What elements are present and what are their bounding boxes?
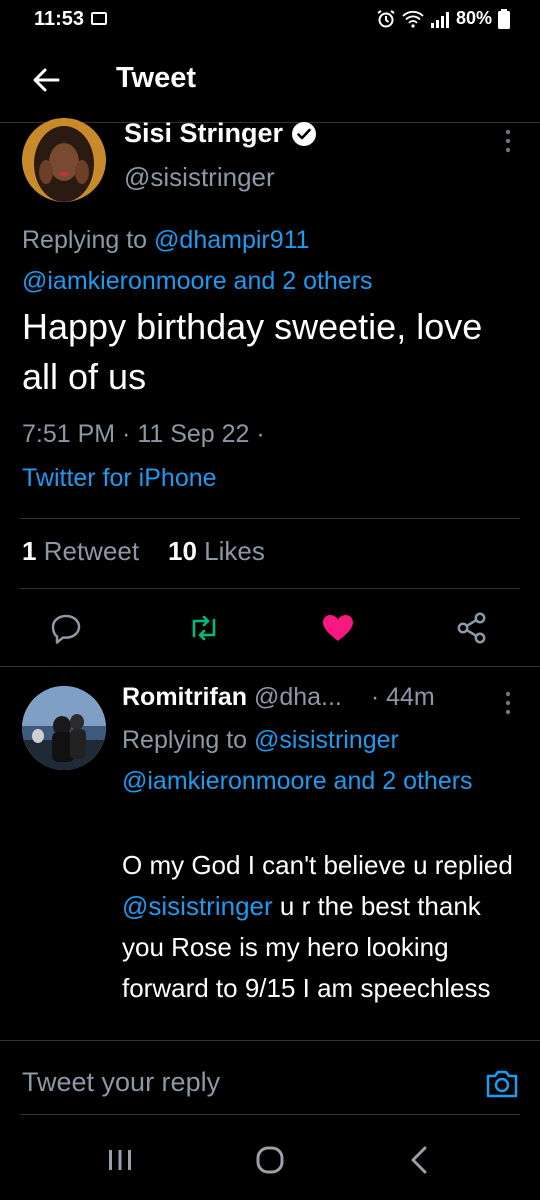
tweet-timestamp: 7:51 PM · 11 Sep 22 · (22, 420, 265, 448)
avatar-image (22, 686, 106, 770)
nav-back-icon[interactable] (400, 1140, 440, 1180)
reply-text-part: O my God I can't believe u replied (122, 850, 513, 880)
mention-link[interactable]: @sisistringer (122, 891, 273, 921)
reply-avatar[interactable] (22, 686, 106, 770)
status-time: 11:53 (34, 8, 85, 30)
tweet-source-link[interactable]: Twitter for iPhone (22, 464, 217, 493)
retweets-stat[interactable]: 1 Retweet (22, 536, 139, 566)
status-bar: 11:53 80% (0, 0, 540, 40)
more-vertical-icon[interactable] (498, 688, 518, 718)
alarm-icon (377, 9, 395, 27)
replying-to: Replying to @dhampir911 @iamkieronmoore … (22, 220, 522, 302)
likes-label: Likes (204, 536, 265, 566)
tweet-text: Happy birthday sweetie, love all of us (22, 306, 483, 397)
reply-author-handle[interactable]: @dha... (254, 683, 342, 711)
likes-stat[interactable]: 10 Likes (168, 536, 265, 566)
reply-text: O my God I can't believe u replied @sisi… (122, 845, 522, 1037)
recent-apps-icon[interactable] (100, 1140, 140, 1180)
divider (20, 588, 520, 589)
replying-to: Replying to @sisistringer @iamkieronmoor… (122, 720, 522, 802)
replying-prefix: Replying to (22, 226, 148, 254)
likes-count: 10 (168, 536, 197, 566)
status-indicators: 80% (376, 8, 510, 29)
home-icon[interactable] (250, 1140, 290, 1180)
top-app-bar: Tweet (0, 40, 540, 123)
arrow-left-icon[interactable] (28, 62, 64, 98)
reply-icon[interactable] (48, 610, 84, 646)
heart-icon[interactable] (320, 610, 356, 646)
author-avatar[interactable] (22, 118, 106, 202)
author-name-text: Sisi Stringer (124, 118, 284, 148)
tweet-actions (0, 600, 540, 660)
retweets-label: Retweet (43, 536, 140, 566)
camera-icon[interactable] (484, 1065, 520, 1101)
replying-prefix: Replying to (122, 726, 248, 754)
reply-input[interactable]: Tweet your reply (22, 1067, 220, 1098)
reply-header: Romitrifan @dha... · 44m (122, 683, 435, 712)
author-name[interactable]: Sisi Stringer (124, 118, 317, 149)
gallery-notification-icon (91, 12, 107, 25)
reply-author-name[interactable]: Romitrifan (122, 683, 247, 711)
mention-link[interactable]: @dhampir911 (154, 226, 310, 254)
divider (20, 518, 520, 519)
mention-link[interactable]: @sisistringer (254, 726, 399, 754)
wifi-icon (402, 10, 424, 28)
signal-icon (430, 11, 449, 28)
divider (0, 666, 540, 667)
retweet-icon[interactable] (186, 610, 222, 646)
divider (20, 1114, 520, 1115)
mention-others-link[interactable]: @iamkieronmoore and 2 others (22, 267, 373, 295)
avatar-image (22, 118, 106, 202)
tweet-stats: 1 Retweet 10 Likes (22, 536, 265, 567)
page-title: Tweet (116, 62, 197, 94)
retweets-count: 1 (22, 536, 37, 566)
mention-others-link[interactable]: @iamkieronmoore and 2 others (122, 767, 473, 795)
battery-percent: 80% (455, 8, 492, 28)
reply-composer: Tweet your reply (0, 1040, 540, 1117)
verified-badge-icon (292, 121, 317, 146)
system-nav-bar (0, 1118, 540, 1200)
share-icon[interactable] (454, 610, 490, 646)
battery-icon (498, 8, 510, 29)
reply-time: · 44m (370, 683, 435, 711)
more-vertical-icon[interactable] (498, 126, 518, 156)
author-handle[interactable]: @sisistringer (124, 162, 275, 193)
